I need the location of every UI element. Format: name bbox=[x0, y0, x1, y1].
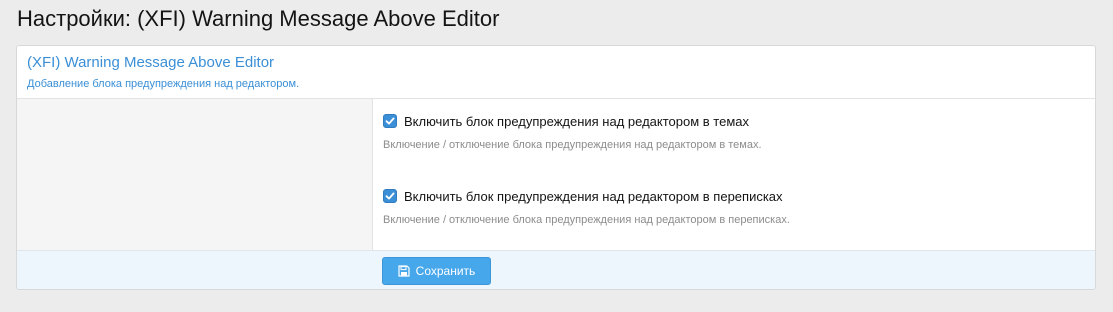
page-title: Настройки: (XFI) Warning Message Above E… bbox=[17, 6, 500, 31]
checkbox-conversations[interactable] bbox=[383, 189, 397, 203]
check-icon bbox=[385, 192, 395, 200]
save-button-label: Сохранить bbox=[415, 264, 476, 278]
settings-block: (XFI) Warning Message Above Editor Добав… bbox=[16, 45, 1096, 290]
save-icon bbox=[398, 265, 410, 277]
checkbox-threads[interactable] bbox=[383, 114, 397, 128]
form-label-column bbox=[17, 99, 373, 250]
block-header: (XFI) Warning Message Above Editor Добав… bbox=[17, 46, 1095, 99]
save-button[interactable]: Сохранить bbox=[382, 257, 491, 285]
option-threads: Включить блок предупреждения над редакто… bbox=[383, 112, 762, 151]
option-conversations-label[interactable]: Включить блок предупреждения над редакто… bbox=[404, 189, 783, 204]
addon-title: (XFI) Warning Message Above Editor bbox=[27, 54, 275, 71]
option-conversations: Включить блок предупреждения над редакто… bbox=[383, 187, 790, 226]
form-footer: Сохранить bbox=[17, 250, 1095, 289]
option-threads-label[interactable]: Включить блок предупреждения над редакто… bbox=[404, 114, 749, 129]
check-icon bbox=[385, 117, 395, 125]
option-threads-hint: Включение / отключение блока предупрежде… bbox=[383, 139, 762, 151]
addon-description: Добавление блока предупреждения над реда… bbox=[27, 78, 300, 90]
form-body: Включить блок предупреждения над редакто… bbox=[17, 99, 1095, 250]
option-conversations-hint: Включение / отключение блока предупрежде… bbox=[383, 214, 790, 226]
